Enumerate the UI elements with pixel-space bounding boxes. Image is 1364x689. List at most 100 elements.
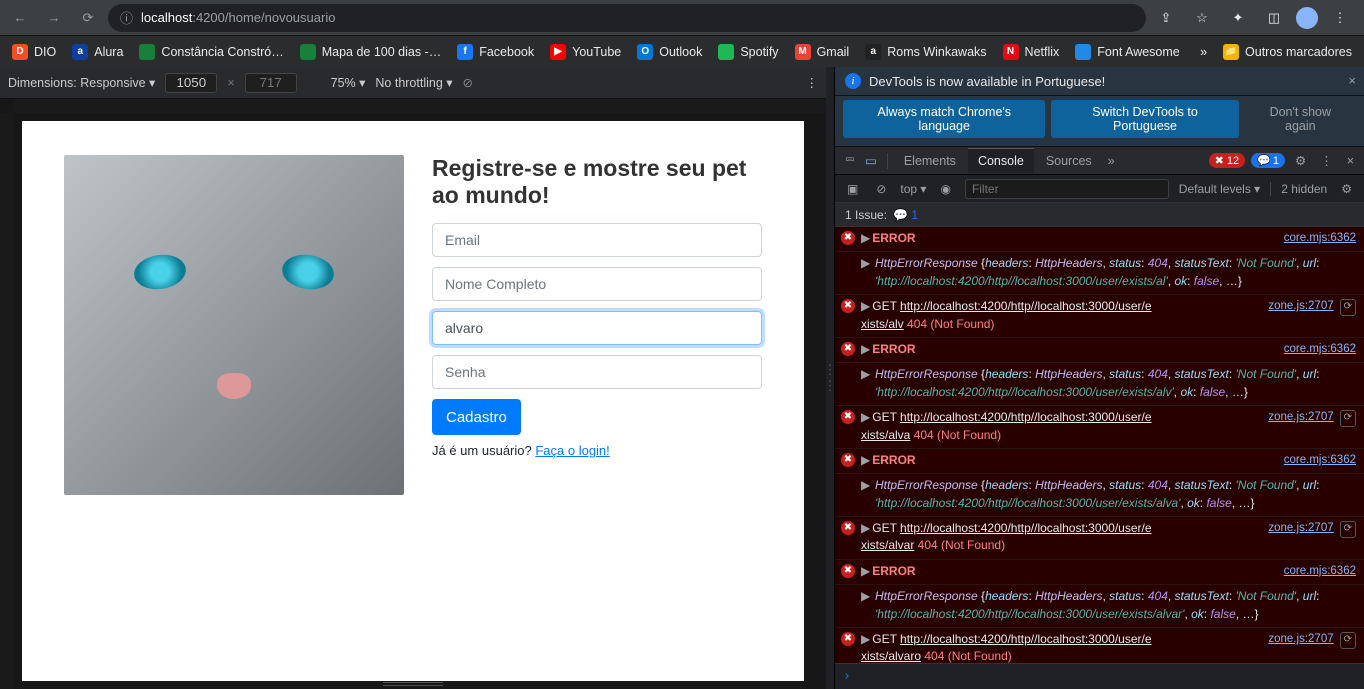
devtools-menu-icon[interactable]: ⋮ [1316, 153, 1337, 168]
bookmark-item[interactable]: aAlura [66, 40, 129, 64]
zoom-selector[interactable]: 75% ▾ [331, 75, 366, 90]
bookmark-item[interactable]: OOutlook [631, 40, 708, 64]
console-prompt[interactable]: › [835, 663, 1364, 689]
viewport-area: Registre-se e mostre seu pet ao mundo! C… [0, 99, 826, 689]
source-link[interactable]: zone.js:2707⟳ [1268, 631, 1356, 649]
console-log-entry[interactable]: HttpErrorResponse {headers: HttpHeaders,… [835, 585, 1364, 628]
bookmark-label: Netflix [1025, 45, 1060, 59]
bookmark-item[interactable]: Constância Constró… [133, 40, 289, 64]
bookmark-item[interactable]: ▶YouTube [544, 40, 627, 64]
source-link[interactable]: core.mjs:6362 [1284, 563, 1356, 580]
password-input[interactable] [432, 355, 762, 389]
panel-resizer[interactable]: ⋮⋮ [826, 67, 834, 689]
bookmark-other[interactable]: 📁 Outros marcadores [1217, 40, 1358, 64]
clear-console-icon[interactable]: ⊘ [872, 182, 890, 196]
console-log-entry[interactable]: ✖▶GET http://localhost:4200/http//localh… [835, 295, 1364, 338]
forward-button[interactable]: → [40, 4, 68, 32]
console-log-entry[interactable]: ✖▶GET http://localhost:4200/http//localh… [835, 628, 1364, 663]
console-log-entry[interactable]: ✖▶GET http://localhost:4200/http//localh… [835, 517, 1364, 560]
back-button[interactable]: ← [6, 4, 34, 32]
always-match-button[interactable]: Always match Chrome's language [843, 100, 1045, 138]
bookmark-item[interactable]: MGmail [789, 40, 856, 64]
site-info-icon[interactable]: ⓘ [120, 8, 133, 27]
login-link[interactable]: Faça o login! [535, 443, 609, 458]
source-link[interactable]: zone.js:2707⟳ [1268, 520, 1356, 538]
devtools-infobar: i DevTools is now available in Portugues… [835, 67, 1364, 96]
console-log-entry[interactable]: HttpErrorResponse {headers: HttpHeaders,… [835, 474, 1364, 517]
console-log-entry[interactable]: ✖▶ERRORcore.mjs:6362 [835, 560, 1364, 585]
fullname-input[interactable] [432, 267, 762, 301]
bookmark-label: Roms Winkawaks [887, 45, 986, 59]
context-selector[interactable]: top ▾ [900, 182, 926, 196]
switch-language-button[interactable]: Switch DevTools to Portuguese [1051, 100, 1238, 138]
console-log-entry[interactable]: HttpErrorResponse {headers: HttpHeaders,… [835, 252, 1364, 295]
console-settings-icon[interactable]: ⚙ [1337, 182, 1356, 196]
chrome-menu-icon[interactable]: ⋮ [1326, 4, 1354, 32]
log-levels-selector[interactable]: Default levels ▾ [1179, 182, 1260, 196]
console-log-entry[interactable]: ✖▶ERRORcore.mjs:6362 [835, 338, 1364, 363]
dont-show-button[interactable]: Don't show again [1245, 100, 1356, 138]
address-bar[interactable]: ⓘ localhost:4200/home/novousuario [108, 4, 1146, 32]
ruler-vertical [0, 113, 14, 689]
reload-button[interactable]: ⟳ [74, 4, 102, 32]
bookmark-favicon: N [1003, 44, 1019, 60]
bookmark-favicon: a [72, 44, 88, 60]
bookmark-item[interactable]: a Roms Winkawaks [859, 40, 992, 64]
share-icon[interactable]: ⇪ [1152, 4, 1180, 32]
register-button[interactable]: Cadastro [432, 399, 521, 435]
width-input[interactable] [165, 73, 217, 93]
source-link[interactable]: zone.js:2707⟳ [1268, 409, 1356, 427]
height-input[interactable] [245, 73, 297, 93]
info-icon: i [845, 73, 861, 89]
tab-console[interactable]: Console [968, 148, 1034, 173]
console-log-entry[interactable]: HttpErrorResponse {headers: HttpHeaders,… [835, 363, 1364, 406]
devtools-tabs: ⮹ ▭ Elements Console Sources » ✖ 12 💬 1 … [835, 147, 1364, 175]
rotate-icon[interactable]: ⊘ [463, 75, 473, 90]
devtools-settings-icon[interactable]: ⚙ [1291, 153, 1310, 168]
resize-handle[interactable] [383, 682, 443, 686]
bookmark-favicon: a [865, 44, 881, 60]
throttling-selector[interactable]: No throttling ▾ [375, 75, 452, 90]
console-log-entry[interactable]: ✖▶ERRORcore.mjs:6362 [835, 449, 1364, 474]
bookmark-item[interactable]: Mapa de 100 dias -… [294, 40, 448, 64]
live-expression-icon[interactable]: ◉ [936, 182, 954, 196]
dimensions-selector[interactable]: Dimensions: Responsive ▾ [8, 75, 155, 90]
hidden-count[interactable]: 2 hidden [1281, 182, 1327, 196]
issues-bar[interactable]: 1 Issue: 💬 1 [835, 203, 1364, 227]
console-sidebar-icon[interactable]: ▣ [843, 182, 862, 196]
console-filter-input[interactable] [965, 179, 1169, 199]
bookmarks-bar: DDIOaAluraConstância Constró…Mapa de 100… [0, 35, 1364, 67]
bookmark-item[interactable]: f Facebook [451, 40, 540, 64]
email-input[interactable] [432, 223, 762, 257]
devtools-close-icon[interactable]: × [1343, 154, 1358, 168]
login-prompt: Já é um usuário? Faça o login! [432, 443, 762, 458]
source-link[interactable]: core.mjs:6362 [1284, 341, 1356, 358]
extensions-icon[interactable]: ✦ [1224, 4, 1252, 32]
bookmark-label: Facebook [479, 45, 534, 59]
device-toolbar-menu-icon[interactable]: ⋮ [806, 75, 819, 90]
message-count-badge[interactable]: 💬 1 [1251, 153, 1285, 168]
console-log-entry[interactable]: ✖▶ERRORcore.mjs:6362 [835, 227, 1364, 252]
console-log-entry[interactable]: ✖▶GET http://localhost:4200/http//localh… [835, 406, 1364, 449]
username-input[interactable] [432, 311, 762, 345]
side-panel-icon[interactable]: ◫ [1260, 4, 1288, 32]
profile-avatar[interactable] [1296, 7, 1318, 29]
tabs-overflow-icon[interactable]: » [1104, 154, 1119, 168]
bookmark-item[interactable]: DDIO [6, 40, 62, 64]
inspect-element-icon[interactable]: ⮹ [841, 153, 859, 168]
source-link[interactable]: core.mjs:6362 [1284, 452, 1356, 469]
source-link[interactable]: zone.js:2707⟳ [1268, 298, 1356, 316]
bookmark-item[interactable]: N Netflix [997, 40, 1066, 64]
bookmark-favicon: f [457, 44, 473, 60]
infobar-close-icon[interactable]: × [1348, 73, 1356, 88]
source-link[interactable]: core.mjs:6362 [1284, 230, 1356, 247]
tab-elements[interactable]: Elements [894, 149, 966, 173]
device-toggle-icon[interactable]: ▭ [861, 153, 881, 168]
bookmark-star-icon[interactable]: ☆ [1188, 4, 1216, 32]
bookmarks-overflow[interactable]: » [1194, 41, 1213, 63]
bookmark-item[interactable]: Spotify [712, 40, 784, 64]
error-count-badge[interactable]: ✖ 12 [1209, 153, 1246, 168]
bookmark-item[interactable]: Font Awesome [1069, 40, 1185, 64]
bookmark-label: Spotify [740, 45, 778, 59]
tab-sources[interactable]: Sources [1036, 149, 1102, 173]
